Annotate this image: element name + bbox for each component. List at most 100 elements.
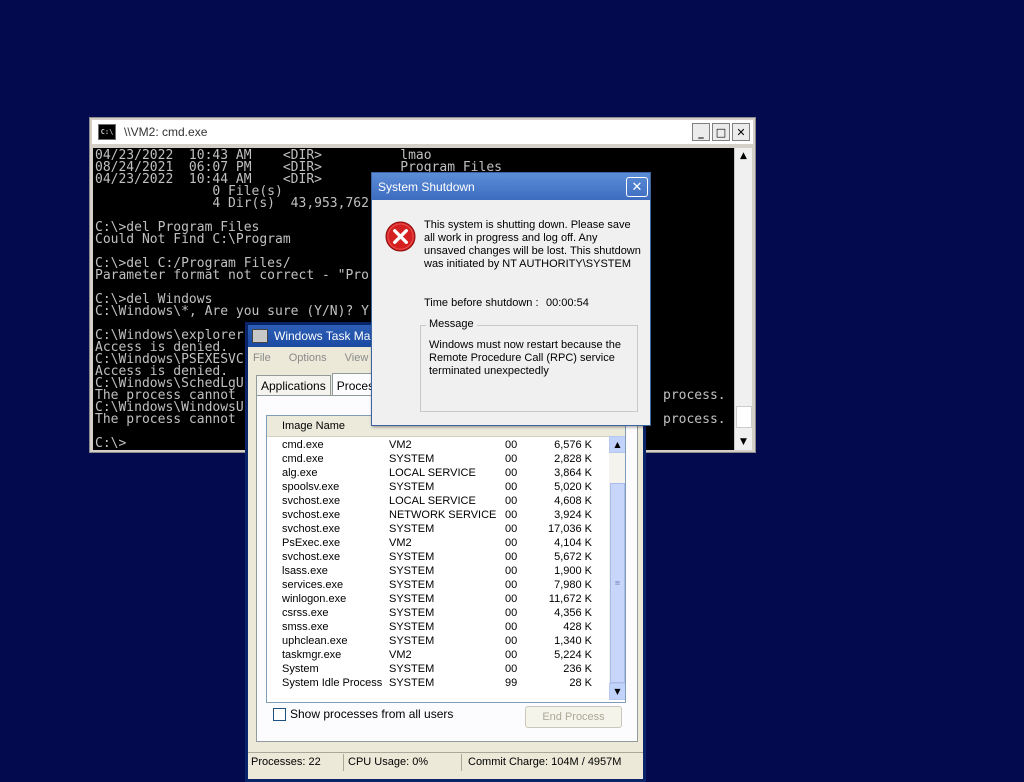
process-memory: 3,924 K: [554, 509, 592, 521]
process-name: spoolsv.exe: [282, 481, 340, 493]
shutdown-message: This system is shutting down. Please sav…: [424, 219, 641, 270]
scroll-down-arrow-icon[interactable]: ▼: [609, 683, 625, 700]
status-commit-charge: Commit Charge: 104M / 4957M: [468, 756, 622, 768]
process-name: winlogon.exe: [282, 593, 347, 605]
table-row[interactable]: csrss.exe SYSTEM 00 4,356 K: [267, 607, 607, 621]
process-cpu: 00: [505, 467, 518, 479]
process-memory: 2,828 K: [554, 453, 592, 465]
menu-file[interactable]: File: [253, 352, 271, 364]
scroll-thumb[interactable]: [736, 406, 752, 428]
process-user: SYSTEM: [389, 621, 435, 633]
table-row[interactable]: smss.exe SYSTEM 00 428 K: [267, 621, 607, 635]
message-group-text: Windows must now restart because the Rem…: [429, 339, 621, 377]
process-cpu: 00: [505, 635, 518, 647]
cmd-scrollbar[interactable]: ▲ ▼: [734, 148, 752, 450]
process-cpu: 99: [505, 677, 518, 689]
cmd-titlebar[interactable]: C:\ \\VM2: cmd.exe _ □ ✕: [92, 120, 753, 144]
table-row[interactable]: services.exe SYSTEM 00 7,980 K: [267, 579, 607, 593]
table-row[interactable]: svchost.exe LOCAL SERVICE 00 4,608 K: [267, 495, 607, 509]
maximize-button[interactable]: □: [712, 123, 730, 141]
process-user: LOCAL SERVICE: [389, 467, 476, 479]
countdown-label: Time before shutdown :: [424, 297, 539, 309]
minimize-button[interactable]: _: [692, 123, 710, 141]
console-line: Parameter format not correct - "Pro: [95, 268, 369, 283]
process-cpu: 00: [505, 453, 518, 465]
menu-options[interactable]: Options: [289, 352, 327, 364]
process-memory: 5,672 K: [554, 551, 592, 563]
table-row[interactable]: svchost.exe SYSTEM 00 5,672 K: [267, 551, 607, 565]
process-user: NETWORK SERVICE: [389, 509, 497, 521]
process-user: VM2: [389, 439, 412, 451]
menu-view[interactable]: View: [345, 352, 369, 364]
process-name: svchost.exe: [282, 551, 341, 563]
console-line: The process cannot: [95, 412, 236, 427]
process-cpu: 00: [505, 481, 518, 493]
process-cpu: 00: [505, 579, 518, 591]
console-line: C:\Windows\*, Are you sure (Y/N)? Y: [95, 304, 369, 319]
dialog-titlebar[interactable]: System Shutdown ✕: [372, 173, 650, 200]
process-memory: 4,356 K: [554, 607, 592, 619]
scroll-up-arrow-icon[interactable]: ▲: [609, 436, 625, 453]
process-memory: 11,672 K: [548, 593, 592, 605]
table-row[interactable]: lsass.exe SYSTEM 00 1,900 K: [267, 565, 607, 579]
table-row[interactable]: svchost.exe SYSTEM 00 17,036 K: [267, 523, 607, 537]
scroll-thumb[interactable]: ≡: [610, 483, 625, 683]
scroll-up-arrow-icon[interactable]: ▲: [735, 148, 752, 164]
table-row[interactable]: winlogon.exe SYSTEM 00 11,672 K: [267, 593, 607, 607]
process-name: System: [282, 663, 319, 675]
process-memory: 428 K: [563, 621, 592, 633]
process-name: svchost.exe: [282, 495, 341, 507]
table-row[interactable]: PsExec.exe VM2 00 4,104 K: [267, 537, 607, 551]
process-cpu: 00: [505, 509, 518, 521]
column-header-image-name[interactable]: Image Name: [282, 420, 345, 432]
show-all-users-checkbox[interactable]: [273, 707, 286, 721]
scroll-down-arrow-icon[interactable]: ▼: [735, 434, 752, 450]
process-user: SYSTEM: [389, 635, 435, 647]
table-row[interactable]: System Idle Process SYSTEM 99 28 K: [267, 677, 607, 691]
message-group-label: Message: [426, 318, 477, 330]
process-memory: 4,608 K: [554, 495, 592, 507]
table-row[interactable]: cmd.exe VM2 00 6,576 K: [267, 439, 607, 453]
process-list[interactable]: Image Name cmd.exe VM2 00 6,576 K cmd.exe SYS…: [266, 415, 626, 703]
process-cpu: 00: [505, 495, 518, 507]
process-memory: 7,980 K: [554, 579, 592, 591]
status-process-count: Processes: 22: [251, 756, 321, 768]
process-memory: 3,864 K: [554, 467, 592, 479]
table-row[interactable]: System SYSTEM 00 236 K: [267, 663, 607, 677]
table-row[interactable]: alg.exe LOCAL SERVICE 00 3,864 K: [267, 467, 607, 481]
process-user: SYSTEM: [389, 565, 435, 577]
task-manager-title: Windows Task Man: [274, 329, 378, 343]
table-row[interactable]: spoolsv.exe SYSTEM 00 5,020 K: [267, 481, 607, 495]
process-user: SYSTEM: [389, 677, 435, 689]
process-list-scrollbar[interactable]: ▲ ≡ ▼: [609, 436, 625, 700]
table-row[interactable]: cmd.exe SYSTEM 00 2,828 K: [267, 453, 607, 467]
process-cpu: 00: [505, 439, 518, 451]
close-icon[interactable]: ✕: [626, 177, 648, 197]
process-cpu: 00: [505, 607, 518, 619]
console-icon: C:\: [98, 124, 116, 140]
process-memory: 4,104 K: [554, 537, 592, 549]
process-user: SYSTEM: [389, 663, 435, 675]
process-memory: 5,224 K: [554, 649, 592, 661]
end-process-button[interactable]: End Process: [525, 706, 622, 728]
process-user: SYSTEM: [389, 551, 435, 563]
process-user: VM2: [389, 649, 412, 661]
system-shutdown-dialog[interactable]: System Shutdown ✕ This system is shuttin…: [371, 172, 651, 426]
countdown-value: 00:00:54: [546, 297, 589, 309]
status-bar: Processes: 22 CPU Usage: 0% Commit Charg…: [248, 752, 643, 773]
process-name: taskmgr.exe: [282, 649, 342, 661]
process-name: cmd.exe: [282, 453, 324, 465]
status-cpu-usage: CPU Usage: 0%: [348, 756, 429, 768]
tab-applications[interactable]: Applications: [256, 375, 331, 396]
close-button[interactable]: ✕: [732, 123, 750, 141]
console-line-fragment: process.: [663, 388, 726, 403]
table-row[interactable]: taskmgr.exe VM2 00 5,224 K: [267, 649, 607, 663]
table-row[interactable]: uphclean.exe SYSTEM 00 1,340 K: [267, 635, 607, 649]
show-all-users-option[interactable]: Show processes from all users: [273, 707, 453, 721]
table-row[interactable]: svchost.exe NETWORK SERVICE 00 3,924 K: [267, 509, 607, 523]
process-memory: 17,036 K: [547, 523, 592, 535]
process-cpu: 00: [505, 593, 518, 605]
status-divider: [343, 754, 344, 771]
process-cpu: 00: [505, 649, 518, 661]
process-name: uphclean.exe: [282, 635, 348, 647]
